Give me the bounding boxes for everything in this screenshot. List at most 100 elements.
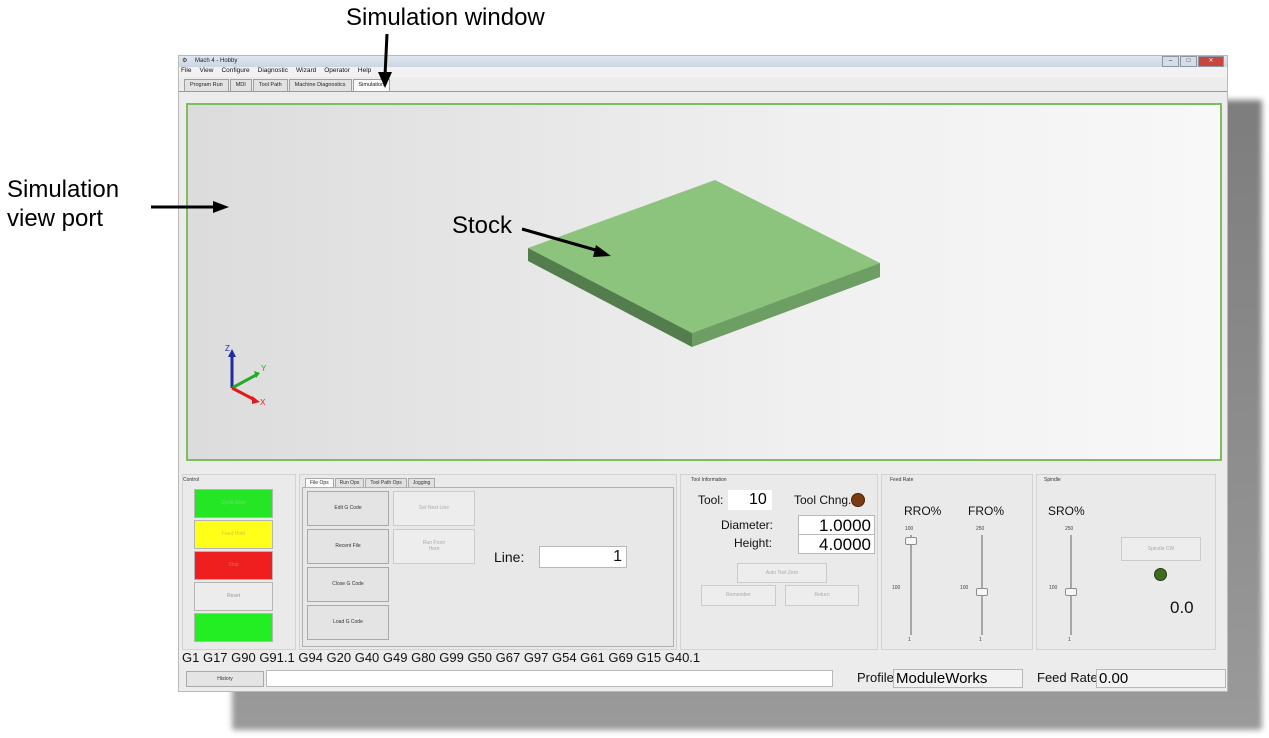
tab-simulation[interactable]: Simulation bbox=[352, 79, 391, 91]
spindle-panel: Spindle SRO% 250 100 1 Spindle CW 0.0 bbox=[1036, 474, 1216, 650]
sro-tick-top: 250 bbox=[1065, 526, 1074, 532]
tool-number-field[interactable]: 10 bbox=[728, 490, 772, 510]
tool-information-panel: Tool Information Tool: 10 Tool Chng. Dia… bbox=[680, 474, 878, 650]
tool-information-title: Tool Information bbox=[691, 477, 727, 483]
menu-configure[interactable]: Configure bbox=[221, 67, 249, 77]
cycle-start-button[interactable]: Cycle Start bbox=[194, 489, 273, 518]
close-gcode-button[interactable]: Close G Code bbox=[307, 567, 389, 602]
mach4-window: ⚙ Mach 4 - Hobby – □ ✕ File View Configu… bbox=[178, 55, 1228, 692]
app-icon: ⚙ bbox=[182, 58, 188, 64]
axis-z-label: Z bbox=[225, 344, 230, 353]
tab-file-ops[interactable]: File Ops bbox=[305, 478, 334, 487]
profile-value: ModuleWorks bbox=[896, 670, 988, 687]
line-number-field[interactable]: 1 bbox=[539, 546, 627, 568]
load-gcode-button[interactable]: Load G Code bbox=[307, 605, 389, 640]
message-field bbox=[266, 670, 833, 687]
file-ops-content: Edit G Code Set Next Line Recent File Ru… bbox=[302, 487, 674, 647]
stop-button[interactable]: Stop bbox=[194, 551, 273, 580]
return-button[interactable]: Return bbox=[785, 585, 859, 606]
feed-rate-status-value: 0.00 bbox=[1099, 670, 1129, 687]
close-button[interactable]: ✕ bbox=[1198, 56, 1224, 67]
tab-tool-path[interactable]: Tool Path bbox=[252, 79, 288, 91]
status-indicator-green bbox=[194, 613, 273, 642]
file-ops-panel: File Ops Run Ops Tool Path Ops Jogging E… bbox=[299, 474, 677, 650]
simulation-scene: Z Y X bbox=[225, 180, 880, 407]
profile-label: Profile: bbox=[857, 670, 898, 685]
menu-bar: File View Configure Diagnostic Wizard Op… bbox=[179, 67, 1227, 77]
history-button[interactable]: History bbox=[186, 671, 264, 687]
height-field[interactable]: 4.0000 bbox=[798, 534, 875, 554]
tab-run-ops[interactable]: Run Ops bbox=[334, 478, 365, 487]
tool-change-led bbox=[851, 493, 865, 507]
fro-tick-top: 250 bbox=[976, 526, 985, 532]
fro-slider-track bbox=[981, 535, 983, 635]
diameter-value: 1.0000 bbox=[819, 516, 871, 535]
run-from-here-button[interactable]: Run From Here bbox=[393, 529, 475, 564]
menu-file[interactable]: File bbox=[181, 67, 191, 77]
profile-field: ModuleWorks bbox=[893, 669, 1023, 688]
tab-machine-diagnostics[interactable]: Machine Diagnostics bbox=[288, 79, 352, 91]
window-title: Mach 4 - Hobby bbox=[195, 58, 238, 64]
tab-mdi[interactable]: MDI bbox=[229, 79, 252, 91]
rro-label: RRO% bbox=[904, 504, 942, 518]
edit-gcode-button[interactable]: Edit G Code bbox=[307, 491, 389, 526]
height-label: Height: bbox=[734, 536, 773, 550]
tab-jogging[interactable]: Jogging bbox=[407, 478, 436, 487]
stock-annotation: Stock bbox=[452, 212, 513, 239]
line-number-value: 1 bbox=[613, 548, 622, 565]
tab-program-run[interactable]: Program Run bbox=[184, 79, 229, 91]
tab-tool-path-ops[interactable]: Tool Path Ops bbox=[365, 478, 407, 487]
sro-tick-bottom: 1 bbox=[1068, 637, 1071, 643]
rro-tick-bottom: 1 bbox=[908, 637, 911, 643]
window-controls: – □ ✕ bbox=[1162, 56, 1224, 67]
title-bar: ⚙ Mach 4 - Hobby – □ ✕ bbox=[179, 56, 1227, 67]
line-label: Line: bbox=[494, 549, 525, 565]
simulation-view-port-line1: Simulation bbox=[7, 176, 120, 203]
height-value: 4.0000 bbox=[819, 535, 871, 554]
axis-y-label: Y bbox=[261, 364, 267, 373]
simulation-viewport[interactable]: Z Y X bbox=[186, 103, 1222, 461]
modal-gcode-line: G1 G17 G90 G91.1 G94 G20 G40 G49 G80 G99… bbox=[182, 650, 701, 665]
screen-tab-row: Program Run MDI Tool Path Machine Diagno… bbox=[179, 79, 1227, 92]
feed-rate-panel: Feed Rate RRO% FRO% 100 100 1 250 100 1 bbox=[881, 474, 1033, 650]
set-next-line-button[interactable]: Set Next Line bbox=[393, 491, 475, 526]
control-panel-title: Control bbox=[183, 477, 200, 483]
tool-change-label: Tool Chng. bbox=[794, 493, 852, 507]
menu-help[interactable]: Help bbox=[358, 67, 371, 77]
stock-top-face bbox=[528, 180, 880, 333]
minimize-button[interactable]: – bbox=[1162, 56, 1179, 67]
menu-view[interactable]: View bbox=[199, 67, 213, 77]
recent-file-button[interactable]: Recent File bbox=[307, 529, 389, 564]
rro-slider-thumb[interactable] bbox=[905, 537, 917, 545]
diameter-label: Diameter: bbox=[721, 518, 774, 532]
fro-label: FRO% bbox=[968, 504, 1004, 518]
sro-tick-mid: 100 bbox=[1049, 585, 1058, 591]
feed-hold-button[interactable]: Feed Hold bbox=[194, 520, 273, 549]
run-from-here-line2: Here bbox=[428, 546, 440, 552]
feed-rate-status-label: Feed Rate: bbox=[1037, 670, 1102, 685]
spindle-rpm-value: 0.0 bbox=[1170, 598, 1194, 617]
sro-slider-thumb[interactable] bbox=[1065, 588, 1077, 596]
menu-operator[interactable]: Operator bbox=[324, 67, 350, 77]
spindle-led bbox=[1154, 568, 1167, 581]
reset-button[interactable]: Reset bbox=[194, 582, 273, 611]
remember-button[interactable]: Remember bbox=[701, 585, 776, 606]
status-bar: History Profile: ModuleWorks Feed Rate: … bbox=[179, 667, 1227, 688]
rro-tick-top: 100 bbox=[905, 526, 914, 532]
menu-diagnostic[interactable]: Diagnostic bbox=[258, 67, 288, 77]
feed-rate-title: Feed Rate bbox=[890, 477, 914, 483]
fro-tick-mid: 100 bbox=[960, 585, 969, 591]
diameter-field[interactable]: 1.0000 bbox=[798, 515, 875, 535]
sro-label: SRO% bbox=[1048, 504, 1085, 518]
menu-wizard[interactable]: Wizard bbox=[296, 67, 316, 77]
spindle-title: Spindle bbox=[1044, 477, 1061, 483]
rro-tick-mid: 100 bbox=[892, 585, 901, 591]
maximize-button[interactable]: □ bbox=[1180, 56, 1197, 67]
auto-tool-zero-button[interactable]: Auto Tool Zero bbox=[737, 563, 827, 583]
spindle-cw-button[interactable]: Spindle CW bbox=[1121, 537, 1201, 561]
fro-slider-thumb[interactable] bbox=[976, 588, 988, 596]
simulation-view-port-annotation: Simulation view port bbox=[7, 176, 119, 234]
sro-slider-track bbox=[1070, 535, 1072, 635]
tool-label: Tool: bbox=[698, 493, 724, 507]
feed-rate-status-field: 0.00 bbox=[1096, 669, 1226, 688]
